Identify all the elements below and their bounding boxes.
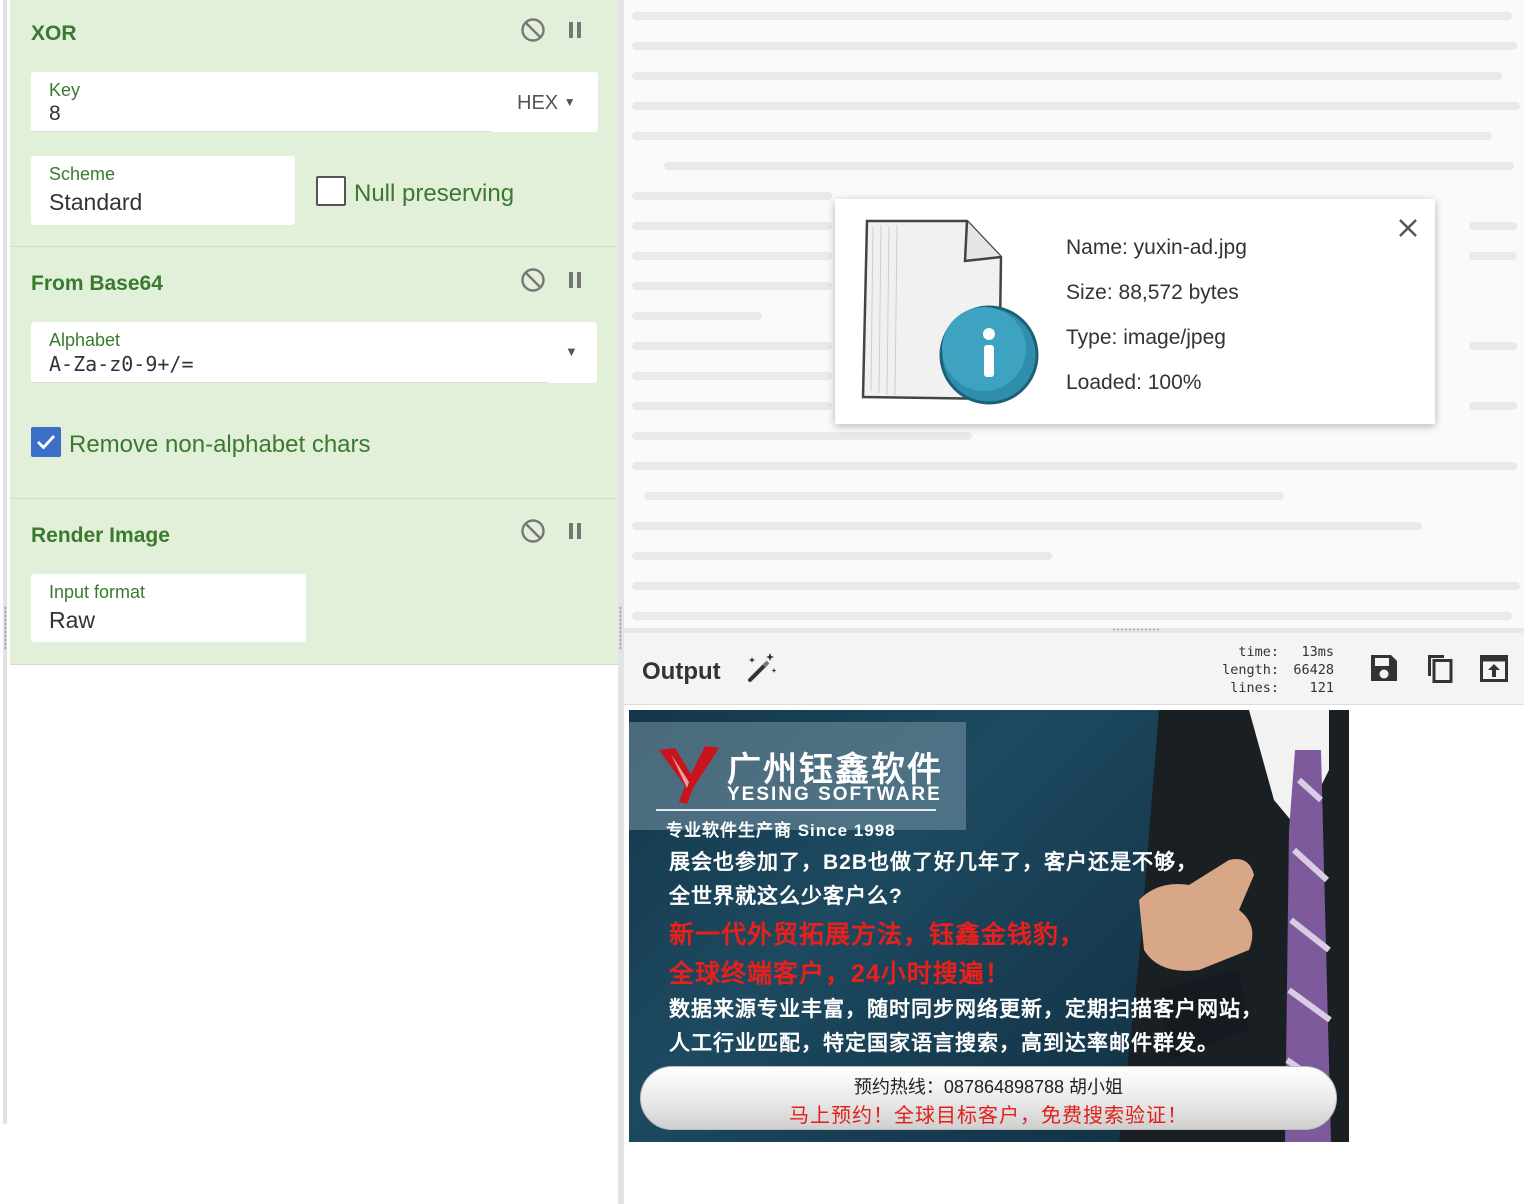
ad-booking: 马上预约！全球目标客户，免费搜索验证！ bbox=[789, 1105, 1188, 1127]
field-label: Scheme bbox=[49, 164, 116, 184]
file-name: Name: yuxin-ad.jpg bbox=[1066, 236, 1247, 259]
file-size: Size: 88,572 bytes bbox=[1066, 281, 1239, 304]
output-resize-handle[interactable] bbox=[1112, 628, 1160, 632]
close-icon[interactable] bbox=[1395, 215, 1421, 241]
breakpoint-icon[interactable] bbox=[562, 267, 588, 293]
length-label: length: bbox=[1222, 662, 1279, 678]
disable-op-icon[interactable] bbox=[520, 518, 546, 544]
company-name-en: YESING SOFTWARE bbox=[727, 784, 942, 805]
company-tagline: 专业软件生产商 Since 1998 bbox=[666, 821, 896, 840]
company-logo bbox=[657, 744, 721, 806]
op-from-base64: From Base64 Alphabet A-Za-z0-9+/= ▼ Remo… bbox=[10, 247, 618, 499]
remove-non-alphabet-label[interactable]: Remove non-alphabet chars bbox=[69, 431, 371, 459]
input-format-select[interactable]: Input format Raw bbox=[31, 574, 306, 642]
file-type: Type: image/jpeg bbox=[1066, 326, 1226, 349]
field-label: Input format bbox=[49, 582, 146, 602]
key-format-label: HEX bbox=[517, 92, 559, 114]
breakpoint-icon[interactable] bbox=[562, 518, 588, 544]
magic-wand-icon[interactable] bbox=[744, 651, 778, 685]
output-title: Output bbox=[642, 658, 721, 685]
file-info-icon bbox=[849, 213, 1049, 413]
ad-contact-banner: 预约热线：087864898788 胡小姐 马上预约！全球目标客户，免费搜索验证… bbox=[640, 1066, 1337, 1130]
output-stats: time: 13ms length: 66428 lines: 121 bbox=[1184, 643, 1334, 697]
file-loaded: Loaded: 100% bbox=[1066, 371, 1202, 394]
op-render-image: Render Image Input format Raw bbox=[10, 499, 618, 665]
file-details-popup: Name: yuxin-ad.jpg Size: 88,572 bytes Ty… bbox=[835, 199, 1435, 424]
null-preserving-checkbox[interactable] bbox=[316, 176, 346, 206]
length-value: 66428 bbox=[1293, 662, 1334, 678]
time-label: time: bbox=[1238, 644, 1279, 660]
alphabet-field[interactable]: Alphabet A-Za-z0-9+/= ▼ bbox=[31, 322, 597, 383]
ad-text-line: 全世界就这么少客户么? bbox=[669, 885, 903, 908]
breakpoint-icon[interactable] bbox=[562, 17, 588, 43]
lines-value: 121 bbox=[1309, 680, 1334, 696]
scheme-value: Standard bbox=[49, 189, 143, 215]
ad-text-line: 数据来源专业丰富，随时同步网络更新，定期扫描客户网站， bbox=[669, 998, 1263, 1021]
input-format-value: Raw bbox=[49, 607, 96, 633]
replace-input-icon[interactable] bbox=[1477, 651, 1511, 685]
operations-resize-handle[interactable] bbox=[4, 606, 7, 650]
op-title: From Base64 bbox=[31, 272, 163, 295]
time-value: 13ms bbox=[1301, 644, 1334, 660]
output-header: Output time: 13ms length: 66428 lines: 121 bbox=[624, 633, 1524, 705]
cyberchef-window: XOR Key 8 HEX ▼ Scheme Standard Null pre… bbox=[0, 0, 1524, 1204]
disable-op-icon[interactable] bbox=[520, 17, 546, 43]
operations-divider[interactable] bbox=[0, 0, 10, 1204]
disable-op-icon[interactable] bbox=[520, 267, 546, 293]
op-xor: XOR Key 8 HEX ▼ Scheme Standard Null pre… bbox=[10, 0, 618, 247]
key-format-dropdown[interactable]: HEX ▼ bbox=[517, 92, 576, 115]
ad-hotline: 预约热线：087864898788 胡小姐 bbox=[853, 1077, 1124, 1097]
caret-down-icon: ▼ bbox=[563, 95, 576, 109]
key-input[interactable]: 8 bbox=[49, 102, 61, 126]
field-label: Alphabet bbox=[49, 330, 121, 350]
null-preserving-label[interactable]: Null preserving bbox=[354, 180, 514, 208]
scheme-select[interactable]: Scheme Standard bbox=[31, 156, 295, 225]
remove-non-alphabet-checkbox[interactable] bbox=[31, 427, 61, 457]
op-title: Render Image bbox=[31, 524, 170, 547]
ad-text-line: 人工行业匹配，特定国家语言搜索，高到达率邮件群发。 bbox=[669, 1032, 1219, 1055]
save-icon[interactable] bbox=[1367, 651, 1401, 685]
ad-headline: 新一代外贸拓展方法，钰鑫金钱豹， bbox=[669, 921, 1086, 949]
recipe-panel: XOR Key 8 HEX ▼ Scheme Standard Null pre… bbox=[0, 0, 620, 1204]
lines-label: lines: bbox=[1230, 680, 1279, 696]
ad-text-line: 展会也参加了，B2B也做了好几年了，客户还是不够， bbox=[669, 851, 1199, 874]
alphabet-input[interactable]: A-Za-z0-9+/= bbox=[49, 352, 194, 376]
copy-icon[interactable] bbox=[1422, 651, 1456, 685]
op-title: XOR bbox=[31, 22, 77, 45]
field-label: Key bbox=[49, 80, 81, 100]
company-header: 广州钰鑫软件 YESING SOFTWARE 专业软件生产商 Since 199… bbox=[629, 722, 966, 840]
recipe-resize-handle[interactable] bbox=[619, 606, 622, 650]
key-field[interactable]: Key 8 HEX ▼ bbox=[31, 72, 598, 132]
caret-down-icon[interactable]: ▼ bbox=[565, 344, 578, 359]
rendered-image: 广州钰鑫软件 YESING SOFTWARE 专业软件生产商 Since 199… bbox=[629, 710, 1349, 1142]
ad-headline: 全球终端客户，24小时搜遍！ bbox=[669, 960, 1011, 988]
